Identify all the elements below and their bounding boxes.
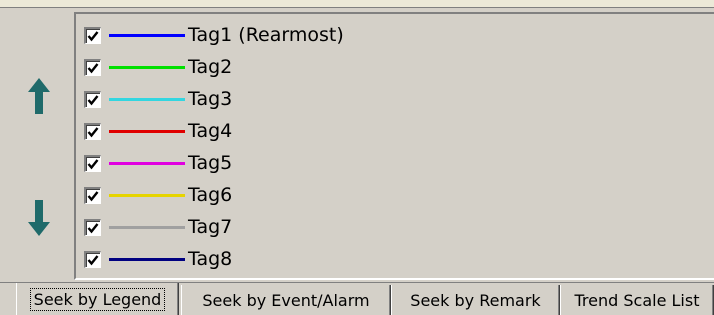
series-color-swatch — [109, 65, 185, 69]
legend-item-tag7[interactable]: Tag7 — [84, 212, 704, 242]
tab-label: Seek by Event/Alarm — [202, 291, 370, 310]
checkbox[interactable] — [84, 250, 101, 268]
series-color-swatch — [109, 33, 185, 37]
legend-item-label: Tag7 — [188, 216, 233, 238]
tab-label: Seek by Remark — [410, 291, 541, 310]
legend-item-label: Tag5 — [188, 152, 233, 174]
tab-seek-by-event-alarm[interactable]: Seek by Event/Alarm — [181, 285, 391, 315]
tab-seek-by-remark[interactable]: Seek by Remark — [391, 285, 560, 315]
series-color-swatch — [109, 97, 185, 101]
legend-item-label: Tag1 (Rearmost) — [188, 24, 344, 46]
legend-item-tag5[interactable]: Tag5 — [84, 148, 704, 178]
checkbox[interactable] — [84, 154, 101, 172]
legend-item-label: Tag8 — [188, 248, 233, 270]
legend-item-tag4[interactable]: Tag4 — [84, 116, 704, 146]
tab-seek-by-legend[interactable]: Seek by Legend — [16, 283, 179, 315]
legend-item-label: Tag4 — [188, 120, 233, 142]
series-color-swatch — [109, 257, 185, 261]
tab-bar: Seek by Legend Seek by Event/Alarm Seek … — [0, 282, 714, 315]
legend-item-tag3[interactable]: Tag3 — [84, 84, 704, 114]
legend-item-tag1[interactable]: Tag1 (Rearmost) — [84, 20, 704, 50]
tab-trend-scale-list[interactable]: Trend Scale List — [560, 285, 714, 315]
panel-top-border — [0, 0, 714, 8]
checkbox[interactable] — [84, 90, 101, 108]
series-color-swatch — [109, 193, 185, 197]
tab-label: Seek by Legend — [29, 288, 166, 311]
reorder-controls — [8, 12, 70, 282]
legend-panel: Tag1 (Rearmost) Tag2 Tag3 Tag4 Tag5 Tag6 — [0, 0, 714, 315]
legend-item-label: Tag6 — [188, 184, 233, 206]
legend-item-label: Tag3 — [188, 88, 233, 110]
checkbox[interactable] — [84, 122, 101, 140]
arrow-up-icon[interactable] — [28, 78, 50, 114]
series-color-swatch — [109, 129, 185, 133]
checkbox[interactable] — [84, 218, 101, 236]
checkbox[interactable] — [84, 26, 101, 44]
series-color-swatch — [109, 161, 185, 165]
legend-item-tag2[interactable]: Tag2 — [84, 52, 704, 82]
legend-item-label: Tag2 — [188, 56, 233, 78]
legend-item-tag8[interactable]: Tag8 — [84, 244, 704, 274]
series-color-swatch — [109, 225, 185, 229]
checkbox[interactable] — [84, 186, 101, 204]
arrow-down-icon[interactable] — [28, 200, 50, 236]
legend-list: Tag1 (Rearmost) Tag2 Tag3 Tag4 Tag5 Tag6 — [74, 12, 714, 280]
legend-item-tag6[interactable]: Tag6 — [84, 180, 704, 210]
checkbox[interactable] — [84, 58, 101, 76]
tab-label: Trend Scale List — [574, 291, 700, 310]
